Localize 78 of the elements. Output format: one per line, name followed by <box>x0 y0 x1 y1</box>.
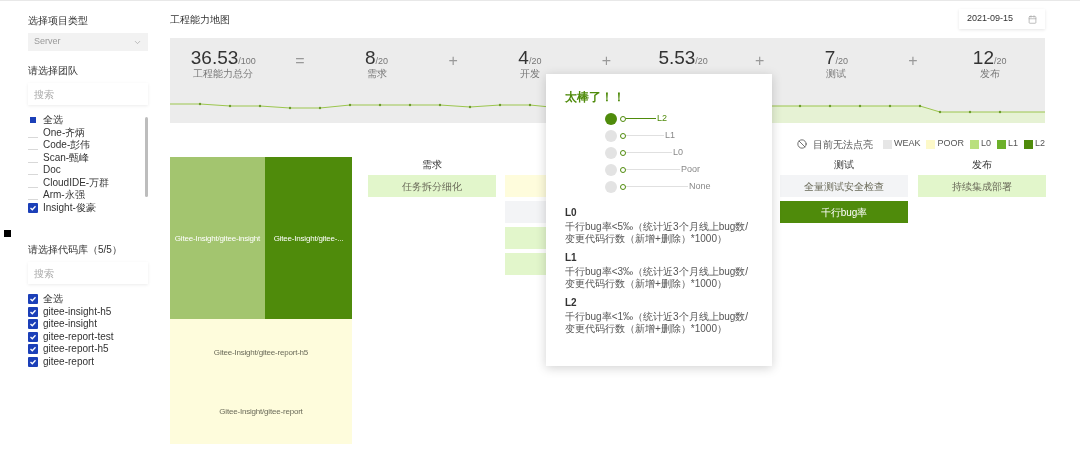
capability-cell[interactable]: 持续集成部署 <box>918 175 1046 197</box>
ladder-label: L0 <box>673 145 683 159</box>
score-value: 4/20 <box>518 48 542 67</box>
list-item-label[interactable]: One-齐炳 <box>43 127 86 138</box>
score-label: 需求 <box>366 69 387 79</box>
popover-title: 太棒了！！ <box>565 90 625 104</box>
list-item-label[interactable]: gitee-report <box>43 356 95 367</box>
list-item-label[interactable]: Code-彭伟 <box>43 140 91 151</box>
legend-label: L1 <box>1007 137 1018 151</box>
date-picker[interactable]: 2021-09-15 <box>959 9 1045 29</box>
list-item-label[interactable]: gitee-insight <box>43 319 97 330</box>
score-value: 7/20 <box>824 48 848 67</box>
checkbox[interactable] <box>28 319 38 330</box>
legend-label: 目前无法点亮 <box>812 137 873 152</box>
score-label: 发布 <box>979 69 1000 79</box>
capability-cell[interactable]: 千行bug率 <box>780 201 908 223</box>
ladder-label: None <box>689 179 711 193</box>
score-label: 开发 <box>519 69 540 79</box>
level-name: L2 <box>565 296 578 310</box>
list-item-label[interactable]: gitee-report-test <box>43 331 114 342</box>
list-item-label[interactable]: Insight-俊豪 <box>43 202 96 213</box>
section-label: 请选择代码库（5/5） <box>28 243 123 257</box>
score-value: 8/20 <box>365 48 389 67</box>
section-label: 请选择团队 <box>28 64 79 78</box>
legend-label: L0 <box>980 137 991 151</box>
ladder-label: Poor <box>681 162 700 176</box>
score-label: 测试 <box>826 69 847 79</box>
ladder-line <box>626 118 656 119</box>
list-item-label[interactable]: gitee-report-h5 <box>43 344 109 355</box>
legend-label: POOR <box>937 137 964 151</box>
section-label: 选择项目类型 <box>28 14 89 28</box>
list-item-label[interactable]: Doc <box>43 165 61 176</box>
list-item-label[interactable]: 全选 <box>43 115 63 126</box>
operator-symbol: + <box>755 53 765 71</box>
score-value: 5.53/20 <box>658 48 708 67</box>
marker-square <box>4 230 11 237</box>
page-title: 工程能力地图 <box>170 12 230 27</box>
checkbox[interactable] <box>28 115 38 126</box>
checkbox[interactable] <box>28 344 38 355</box>
checkbox[interactable] <box>28 356 38 367</box>
list-item-label[interactable]: 全选 <box>43 294 63 305</box>
legend-label: WEAK <box>893 137 921 151</box>
calendar-icon <box>1028 14 1037 24</box>
level-description: 千行bug率<1‰（统计近3个月线上bug数/变更代码行数（新增+删除）*1000） <box>565 311 750 335</box>
level-name: L1 <box>565 251 578 265</box>
checkbox[interactable] <box>28 202 38 213</box>
column-title: 发布 <box>972 158 992 171</box>
level-description: 千行bug率<5‰（统计近3个月线上bug数/变更代码行数（新增+删除）*1000） <box>565 221 750 245</box>
score-label: 工程能力总分 <box>193 69 254 79</box>
list-item-label[interactable]: CloudIDE-万群 <box>43 177 110 188</box>
legend-label: L2 <box>1035 137 1045 151</box>
score-value: 36.53/100 <box>190 48 256 67</box>
search-field[interactable]: 搜索 <box>28 262 148 284</box>
checkbox[interactable] <box>28 331 38 342</box>
list-item-label[interactable]: Arm-永强 <box>43 190 85 201</box>
capability-cell[interactable]: 任务拆分细化 <box>368 175 496 197</box>
score-value: 12/20 <box>972 48 1007 67</box>
operator-symbol: + <box>448 53 458 71</box>
ban-icon <box>796 139 807 149</box>
level-description: 千行bug率<3‰（统计近3个月线上bug数/变更代码行数（新增+删除）*1000） <box>565 266 750 290</box>
checkbox[interactable] <box>28 294 38 305</box>
operator-symbol: = <box>295 53 305 71</box>
treemap-tile[interactable]: Gitee-Insight/gitee-... <box>265 157 352 319</box>
checkbox[interactable] <box>28 306 38 317</box>
list-item-label[interactable]: Scan-甄峰 <box>43 152 90 163</box>
operator-symbol: + <box>908 53 918 71</box>
column-title: 需求 <box>422 158 442 171</box>
capability-cell[interactable]: 全量测试安全检查 <box>780 175 908 197</box>
ladder-label: L2 <box>657 111 667 125</box>
treemap-tile[interactable]: Gitee-Insight/gitee-report <box>170 379 352 444</box>
level-name: L0 <box>565 206 578 220</box>
scrollbar[interactable] <box>145 117 148 197</box>
column-title: 测试 <box>834 158 854 171</box>
search-field[interactable]: 搜索 <box>28 83 148 105</box>
list-item-label[interactable]: gitee-insight-h5 <box>43 306 112 317</box>
treemap-tile[interactable]: Gitee-Insight/gitee-report-h5 <box>170 319 352 379</box>
operator-symbol: + <box>601 53 612 71</box>
ladder-label: L1 <box>665 128 675 142</box>
